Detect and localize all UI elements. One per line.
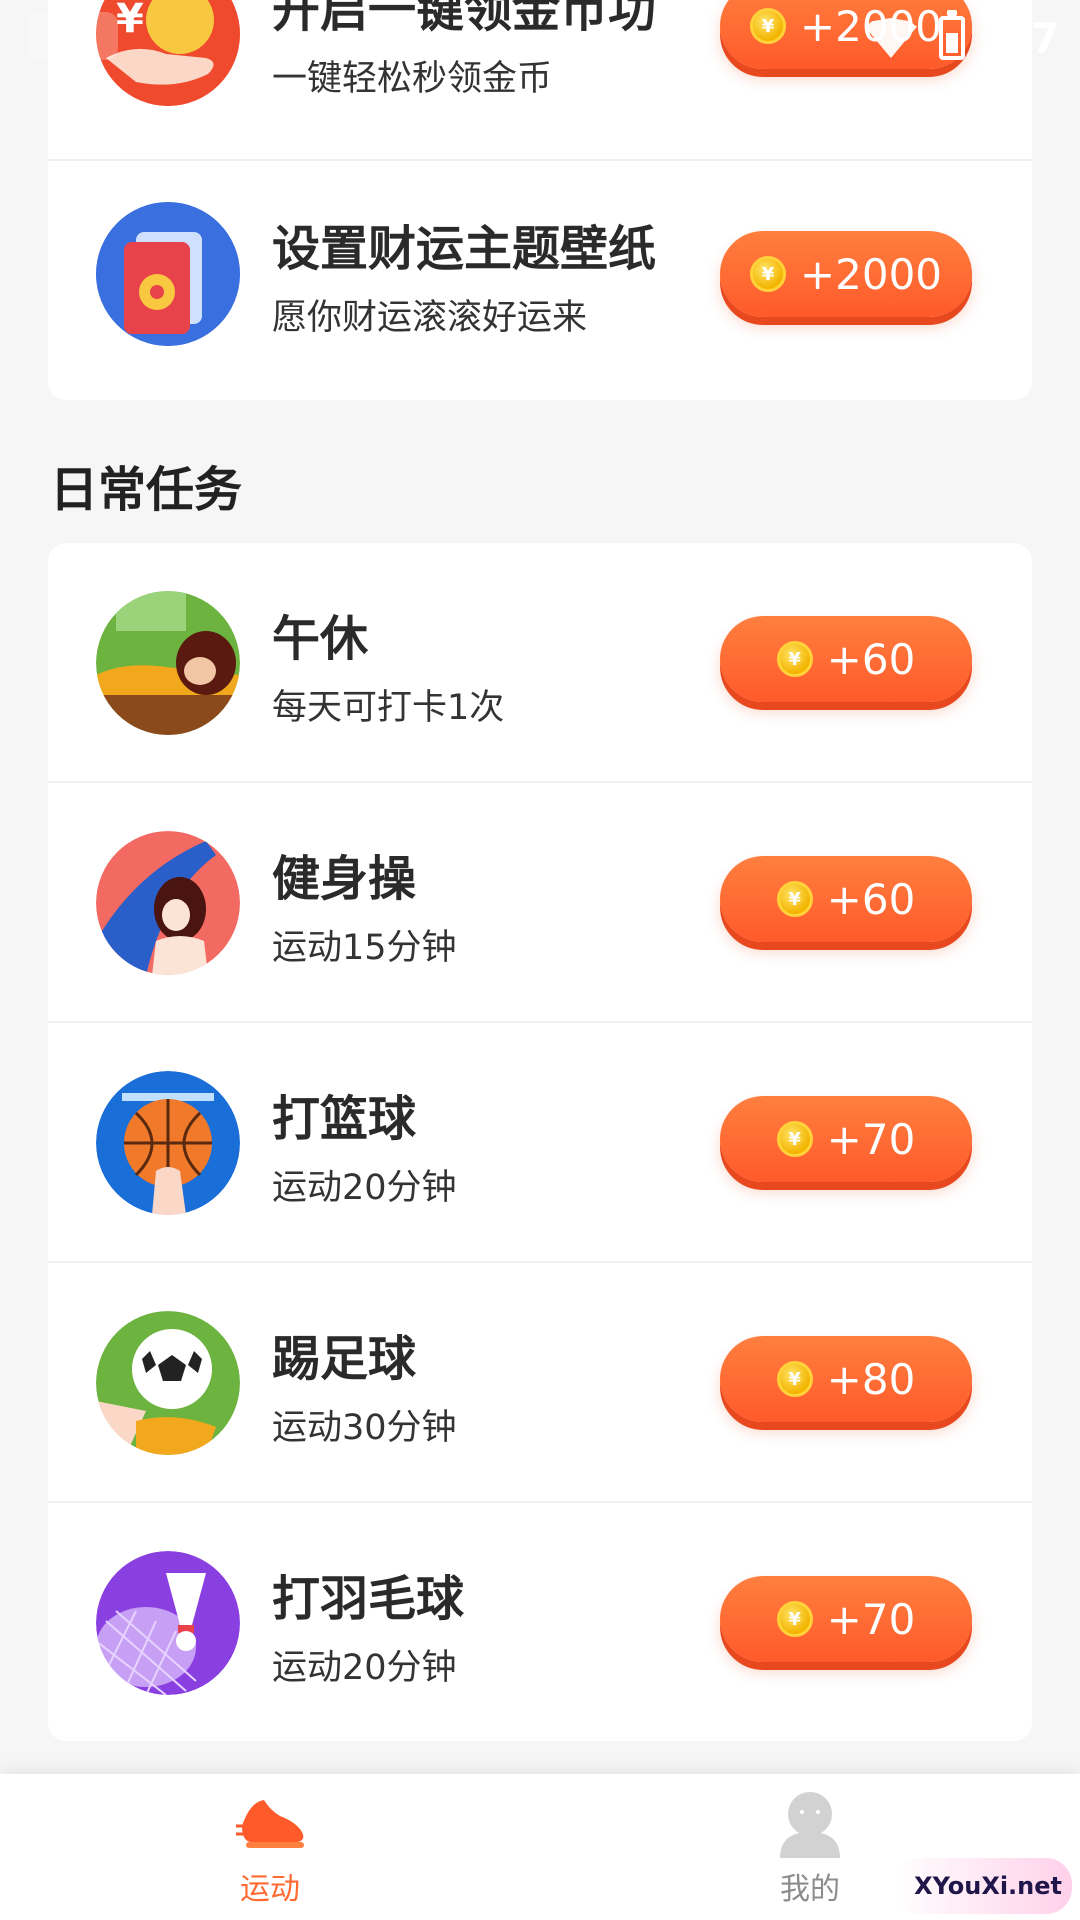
nav-label: 我的: [780, 1872, 840, 1907]
task-title: 午休: [272, 611, 369, 667]
reward-button[interactable]: ¥ +2000: [720, 0, 972, 69]
nav-tab-sport[interactable]: 运动: [170, 1774, 370, 1920]
reward-amount: +70: [826, 1594, 916, 1644]
task-row: ¥ 开启一键领金币功 一键轻松秒领金币 ¥ +2000: [48, 0, 1032, 161]
task-title: 开启一键领金币功: [272, 0, 657, 38]
reward-amount: +2000: [799, 1, 943, 51]
nap-icon: [96, 591, 240, 735]
reward-button[interactable]: ¥ +2000: [720, 231, 972, 317]
coin-icon: ¥: [749, 256, 786, 292]
reward-button[interactable]: ¥ +80: [720, 1336, 972, 1422]
svg-text:¥: ¥: [116, 0, 144, 42]
coin-icon: ¥: [749, 8, 786, 44]
red-envelope-wallpaper-icon: [96, 202, 240, 346]
task-title: 踢足球: [272, 1331, 417, 1387]
task-title: 打篮球: [272, 1091, 417, 1147]
reward-amount: +2000: [799, 249, 943, 299]
task-subtitle: 运动30分钟: [272, 1408, 457, 1448]
sneaker-icon: [236, 1800, 304, 1848]
task-title: 打羽毛球: [272, 1571, 465, 1627]
aerobics-icon: [96, 831, 240, 975]
badminton-icon: [96, 1551, 240, 1695]
gold-coin-download-icon: ¥: [96, 0, 240, 106]
reward-amount: +60: [826, 634, 916, 684]
coin-icon: ¥: [776, 1361, 813, 1397]
task-subtitle: 运动20分钟: [272, 1168, 457, 1208]
watermark-logo: XYouXi.net: [894, 1858, 1072, 1914]
coin-icon: ¥: [776, 641, 813, 677]
coin-icon: ¥: [776, 1121, 813, 1157]
coin-icon: ¥: [776, 1601, 813, 1637]
task-subtitle: 运动15分钟: [272, 928, 457, 968]
daily-tasks-card: 午休 每天可打卡1次 ¥ +60 健身操 运动15分钟 ¥ +60 打篮球 运动…: [48, 543, 1032, 1741]
soccer-icon: [96, 1311, 240, 1455]
section-title: 日常任务: [50, 462, 243, 518]
task-subtitle: 愿你财运滚滚好运来: [272, 298, 588, 338]
reward-button[interactable]: ¥ +70: [720, 1096, 972, 1182]
basketball-icon: [96, 1071, 240, 1215]
task-row: 健身操 运动15分钟 ¥ +60: [48, 783, 1032, 1023]
task-subtitle: 运动20分钟: [272, 1648, 457, 1688]
task-title: 设置财运主题壁纸: [272, 221, 657, 277]
coin-icon: ¥: [776, 881, 813, 917]
reward-amount: +70: [826, 1114, 916, 1164]
task-row: 午休 每天可打卡1次 ¥ +60: [48, 543, 1032, 783]
task-row: 打羽毛球 运动20分钟 ¥ +70: [48, 1503, 1032, 1741]
task-row: 打篮球 运动20分钟 ¥ +70: [48, 1023, 1032, 1263]
reward-button[interactable]: ¥ +60: [720, 616, 972, 702]
reward-button[interactable]: ¥ +70: [720, 1576, 972, 1662]
nav-tab-mine[interactable]: 我的: [710, 1774, 910, 1920]
bottom-nav: 运动 我的 XYouXi.net: [0, 1774, 1080, 1920]
nav-label: 运动: [240, 1872, 300, 1907]
reward-button[interactable]: ¥ +60: [720, 856, 972, 942]
person-icon: [780, 1792, 840, 1858]
top-tasks-card: ¥ 开启一键领金币功 一键轻松秒领金币 ¥ +2000 设置财运主题壁纸 愿你财…: [48, 0, 1032, 400]
task-subtitle: 一键轻松秒领金币: [272, 59, 553, 99]
task-title: 健身操: [272, 851, 417, 907]
task-row: 设置财运主题壁纸 愿你财运滚滚好运来 ¥ +2000: [48, 161, 1032, 400]
task-subtitle: 每天可打卡1次: [272, 688, 505, 728]
watermark-text: XYouXi.net: [914, 1872, 1062, 1900]
task-row: 踢足球 运动30分钟 ¥ +80: [48, 1263, 1032, 1503]
reward-amount: +80: [826, 1354, 916, 1404]
reward-amount: +60: [826, 874, 916, 924]
